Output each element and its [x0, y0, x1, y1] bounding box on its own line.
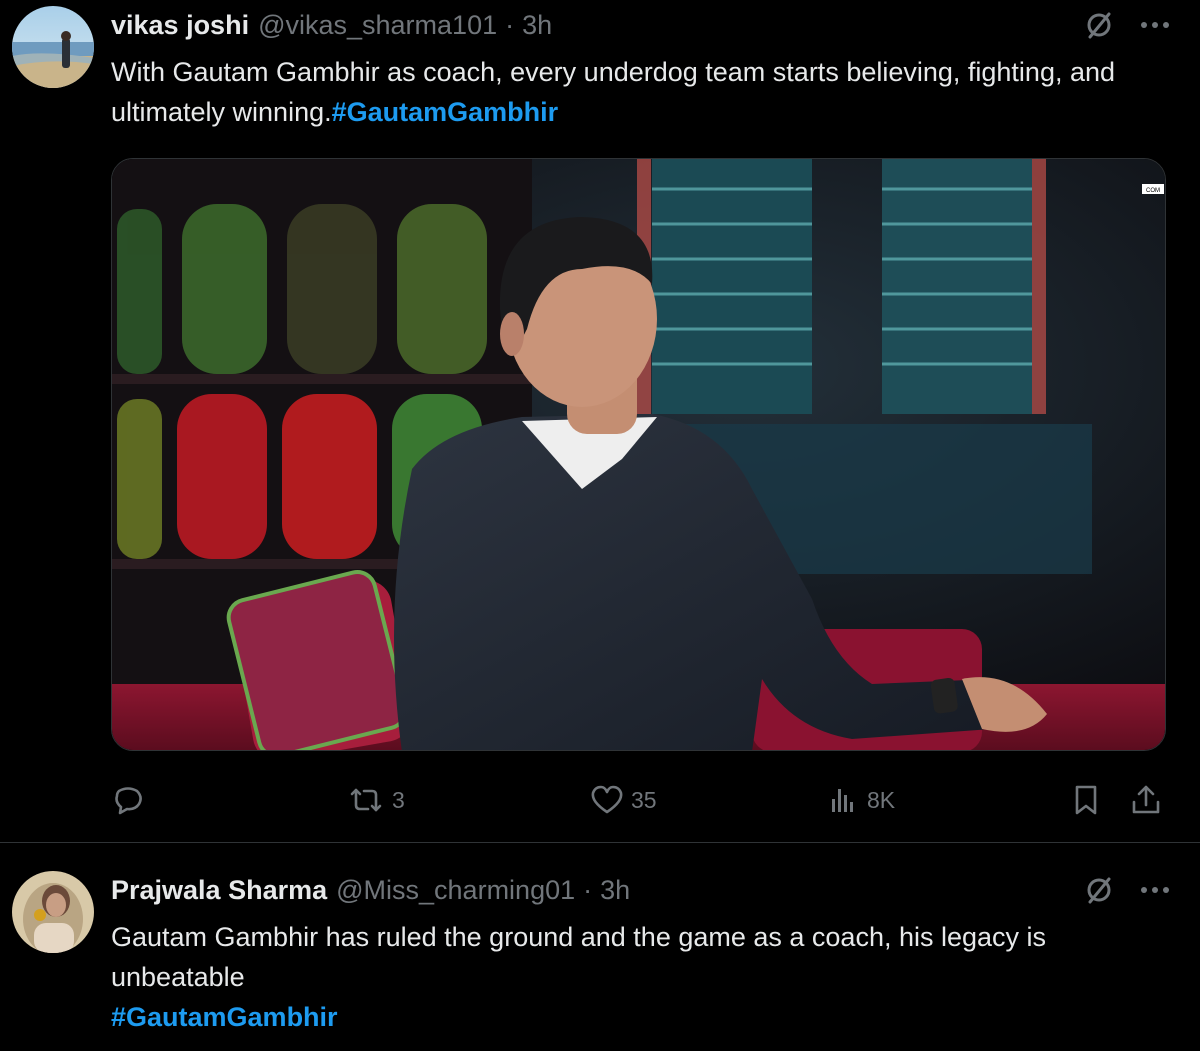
- avatar[interactable]: [12, 871, 94, 953]
- timestamp[interactable]: 3h: [522, 10, 552, 41]
- studio-interview-photo: COM: [112, 159, 1165, 750]
- grok-icon[interactable]: [1084, 875, 1114, 905]
- views-icon: [827, 783, 861, 817]
- hashtag-link[interactable]: #GautamGambhir: [332, 97, 559, 127]
- author-handle[interactable]: @vikas_sharma101: [258, 10, 497, 41]
- header-actions: [1084, 875, 1170, 905]
- header-actions: [1084, 10, 1170, 40]
- grok-icon[interactable]: [1084, 10, 1114, 40]
- author-name[interactable]: vikas joshi: [111, 10, 249, 41]
- avatar-portrait-photo: [12, 871, 94, 953]
- tweet-actions: 3 35 8K: [111, 778, 1166, 822]
- like-button[interactable]: 35: [589, 778, 657, 822]
- share-button[interactable]: [1129, 778, 1163, 822]
- hashtag-link[interactable]: #GautamGambhir: [111, 997, 1171, 1037]
- bookmark-icon: [1069, 783, 1103, 817]
- tweet-header: Prajwala Sharma @Miss_charming01 · 3h: [111, 870, 630, 910]
- share-icon: [1129, 783, 1163, 817]
- avatar-beach-photo: [12, 6, 94, 88]
- tweet-text: With Gautam Gambhir as coach, every unde…: [111, 52, 1171, 132]
- author-handle[interactable]: @Miss_charming01: [336, 875, 575, 906]
- media-watermark: COM: [1146, 188, 1160, 194]
- separator-dot: ·: [505, 9, 515, 40]
- reply-icon: [111, 783, 145, 817]
- separator-dot: ·: [583, 874, 593, 905]
- heart-icon: [589, 783, 625, 817]
- tweet-text: Gautam Gambhir has ruled the ground and …: [111, 917, 1171, 1037]
- avatar[interactable]: [12, 6, 94, 88]
- timestamp[interactable]: 3h: [600, 875, 630, 906]
- tweet[interactable]: vikas joshi @vikas_sharma101 · 3h With G…: [0, 0, 1200, 842]
- views-button[interactable]: 8K: [827, 778, 895, 822]
- more-icon[interactable]: [1140, 20, 1170, 30]
- tweet-body: Gautam Gambhir has ruled the ground and …: [111, 922, 1047, 992]
- tweet[interactable]: Prajwala Sharma @Miss_charming01 · 3h Ga…: [0, 843, 1200, 1051]
- tweet-body: With Gautam Gambhir as coach, every unde…: [111, 57, 1116, 127]
- repost-button[interactable]: 3: [346, 778, 405, 822]
- like-count: 35: [631, 786, 657, 813]
- more-icon[interactable]: [1140, 885, 1170, 895]
- tweet-header: vikas joshi @vikas_sharma101 · 3h: [111, 5, 552, 45]
- reply-button[interactable]: [111, 778, 145, 822]
- author-name[interactable]: Prajwala Sharma: [111, 875, 327, 906]
- views-count: 8K: [867, 786, 896, 813]
- repost-icon: [346, 783, 386, 817]
- tweet-media-image[interactable]: COM: [111, 158, 1166, 751]
- repost-count: 3: [392, 786, 405, 813]
- bookmark-button[interactable]: [1069, 778, 1103, 822]
